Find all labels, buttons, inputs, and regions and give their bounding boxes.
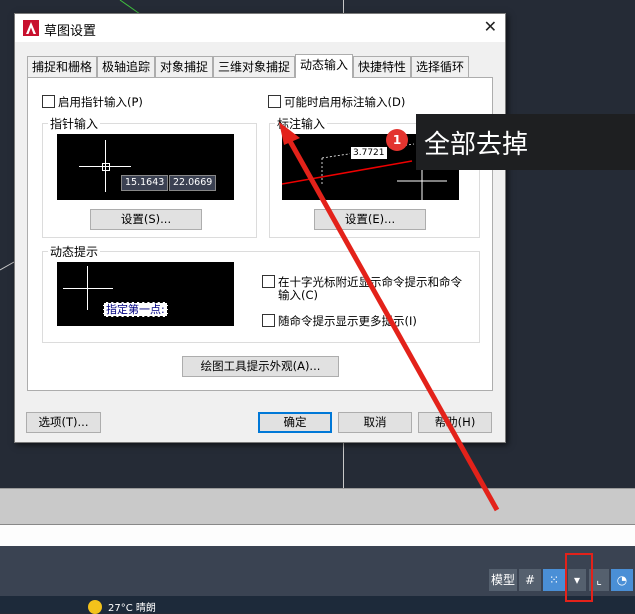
annotation-text: 全部去掉 xyxy=(424,130,529,160)
tab-dynamic-input[interactable]: 动态输入 xyxy=(295,54,353,78)
annotation-arrow xyxy=(279,122,500,512)
annotation-badge: 1 xyxy=(386,129,408,151)
